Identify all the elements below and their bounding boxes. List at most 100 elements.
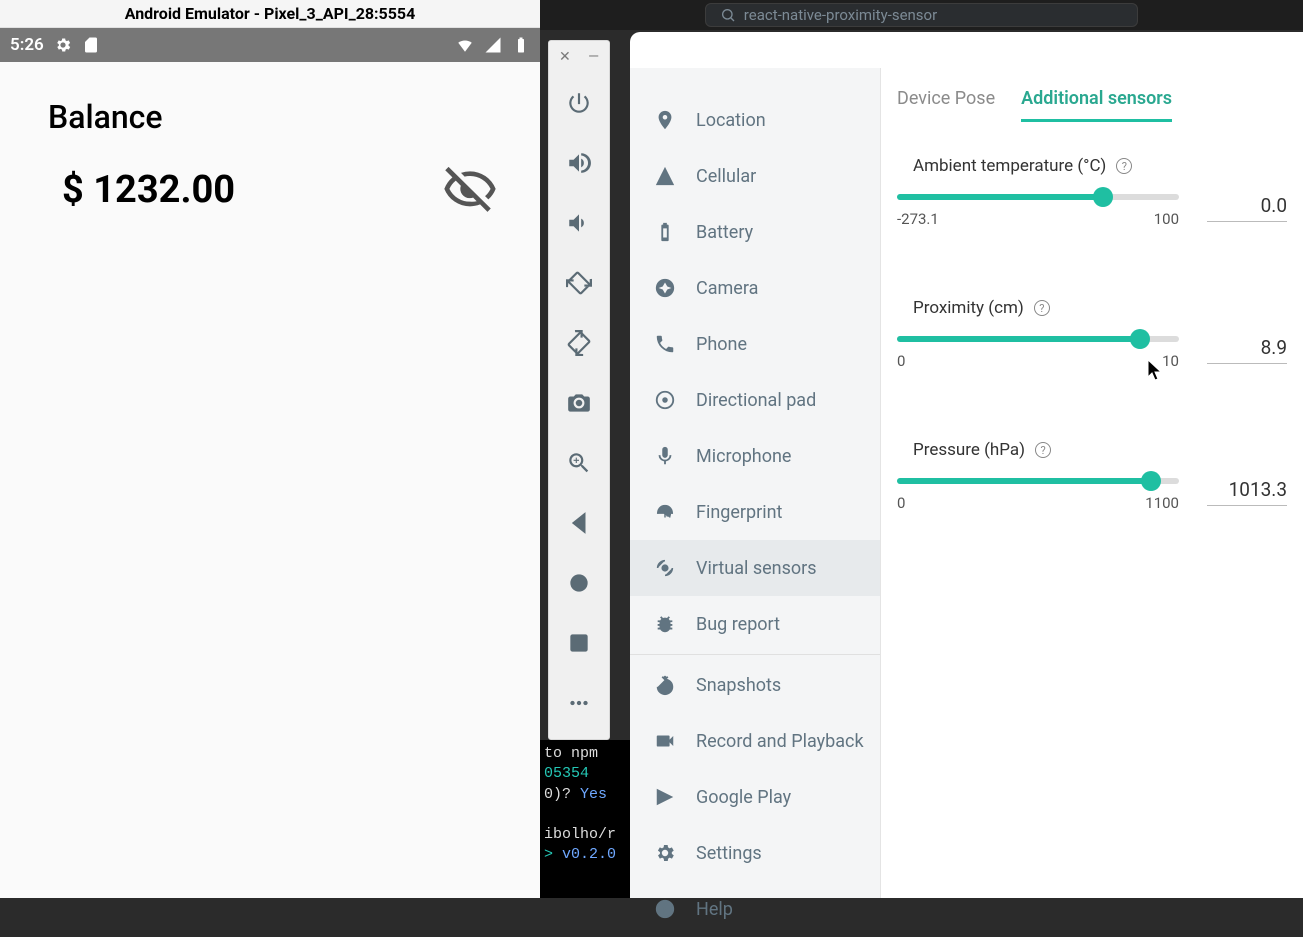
sidebar-item-cellular[interactable]: Cellular bbox=[630, 148, 880, 204]
sidebar-item-mic[interactable]: Microphone bbox=[630, 428, 880, 484]
battery-icon bbox=[512, 36, 530, 54]
dpad-icon bbox=[654, 389, 676, 411]
sensor-label: Proximity (cm) bbox=[913, 298, 1024, 318]
record-icon bbox=[654, 730, 676, 752]
slider-min: -273.1 bbox=[897, 210, 939, 228]
rotate-left-button[interactable] bbox=[548, 253, 610, 313]
more-button[interactable] bbox=[548, 673, 610, 733]
sidebar-item-label: Location bbox=[696, 110, 766, 131]
gear-icon bbox=[54, 36, 72, 54]
sidebar-item-record[interactable]: Record and Playback bbox=[630, 713, 880, 769]
slider-min: 0 bbox=[897, 352, 905, 370]
sensor-label: Ambient temperature (°C) bbox=[913, 156, 1106, 176]
extended-controls-main: Device Pose Additional sensors Ambient t… bbox=[881, 68, 1303, 898]
sidebar-item-label: Google Play bbox=[696, 787, 791, 808]
signal-icon bbox=[484, 36, 502, 54]
mic-icon bbox=[654, 445, 676, 467]
sidebar-item-location[interactable]: Location bbox=[630, 92, 880, 148]
proximity-value[interactable]: 8.9 bbox=[1207, 336, 1287, 364]
ambient-temp-slider[interactable]: -273.1 100 bbox=[897, 194, 1179, 228]
rotate-left-icon bbox=[566, 270, 592, 296]
help-icon bbox=[654, 898, 676, 920]
sensor-label: Pressure (hPa) bbox=[913, 440, 1025, 460]
terminal-line-4: ibolho/r bbox=[544, 826, 616, 843]
cellular-icon bbox=[654, 165, 676, 187]
terminal-snippet: to npm 05354 0)? Yes ibolho/r > v0.2.0 bbox=[540, 740, 635, 898]
wifi-icon bbox=[456, 36, 474, 54]
sidebar-item-label: Settings bbox=[696, 843, 762, 864]
volume-down-button[interactable] bbox=[548, 193, 610, 253]
sidebar-item-label: Battery bbox=[696, 222, 753, 243]
power-button[interactable] bbox=[548, 73, 610, 133]
emulator-window: Android Emulator - Pixel_3_API_28:5554 5… bbox=[0, 0, 540, 898]
sidebar-item-label: Record and Playback bbox=[696, 731, 864, 752]
sidebar-item-snapshots[interactable]: Snapshots bbox=[630, 657, 880, 713]
terminal-line-3a: 0)? bbox=[544, 786, 580, 803]
sensor-pressure: Pressure (hPa) ? 0 1100 1013.3 bbox=[897, 440, 1287, 512]
sidebar-item-label: Help bbox=[696, 899, 733, 920]
sidebar-item-label: Fingerprint bbox=[696, 502, 782, 523]
sidebar-item-settings[interactable]: Settings bbox=[630, 825, 880, 881]
sidebar-item-dpad[interactable]: Directional pad bbox=[630, 372, 880, 428]
overview-icon bbox=[566, 630, 592, 656]
terminal-line-2: 05354 bbox=[544, 765, 589, 782]
sd-card-icon bbox=[82, 36, 100, 54]
help-icon[interactable]: ? bbox=[1116, 158, 1132, 174]
sidebar-item-label: Microphone bbox=[696, 446, 791, 467]
sidebar-item-bug[interactable]: Bug report bbox=[630, 596, 880, 652]
close-icon[interactable]: ✕ bbox=[559, 49, 571, 65]
sidebar-item-googleplay[interactable]: Google Play bbox=[630, 769, 880, 825]
sidebar-item-camera[interactable]: Camera bbox=[630, 260, 880, 316]
emulator-title: Android Emulator - Pixel_3_API_28:5554 bbox=[125, 4, 416, 23]
tab-additional-sensors[interactable]: Additional sensors bbox=[1021, 88, 1172, 122]
sidebar-item-label: Camera bbox=[696, 278, 758, 299]
terminal-line-3b: Yes bbox=[580, 786, 607, 803]
sidebar-item-virtual-sensors[interactable]: Virtual sensors bbox=[630, 540, 880, 596]
home-icon bbox=[566, 570, 592, 596]
visibility-off-icon[interactable] bbox=[442, 162, 498, 218]
app-content: Balance $ 1232.00 bbox=[0, 62, 540, 236]
play-icon bbox=[654, 786, 676, 808]
home-nav-button[interactable] bbox=[548, 553, 610, 613]
zoom-icon bbox=[566, 450, 592, 476]
phone-icon bbox=[654, 333, 676, 355]
help-icon[interactable]: ? bbox=[1035, 442, 1051, 458]
tab-device-pose[interactable]: Device Pose bbox=[897, 88, 995, 122]
help-icon[interactable]: ? bbox=[1034, 300, 1050, 316]
snapshot-icon bbox=[654, 674, 676, 696]
slider-max: 10 bbox=[1162, 352, 1179, 370]
zoom-button[interactable] bbox=[548, 433, 610, 493]
sidebar-item-label: Phone bbox=[696, 334, 747, 355]
slider-max: 100 bbox=[1154, 210, 1179, 228]
slider-min: 0 bbox=[897, 494, 905, 512]
extended-controls-window: Location Cellular Battery Camera Phone bbox=[630, 32, 1303, 898]
settings-icon bbox=[654, 842, 676, 864]
emulator-toolbar: ✕ — bbox=[548, 40, 610, 740]
sidebar-item-help[interactable]: Help bbox=[630, 881, 880, 937]
overview-nav-button[interactable] bbox=[548, 613, 610, 673]
sidebar-item-label: Bug report bbox=[696, 614, 780, 635]
minimize-icon[interactable]: — bbox=[588, 49, 599, 65]
sidebar-item-label: Directional pad bbox=[696, 390, 816, 411]
bug-icon bbox=[654, 613, 676, 635]
camera-menu-icon bbox=[654, 277, 676, 299]
sidebar-item-fingerprint[interactable]: Fingerprint bbox=[630, 484, 880, 540]
back-nav-button[interactable] bbox=[548, 493, 610, 553]
pressure-value[interactable]: 1013.3 bbox=[1207, 478, 1287, 506]
search-text: react-native-proximity-sensor bbox=[744, 6, 937, 24]
emulator-titlebar: Android Emulator - Pixel_3_API_28:5554 bbox=[0, 0, 540, 28]
terminal-line-5a: > bbox=[544, 846, 562, 863]
slider-max: 1100 bbox=[1145, 494, 1179, 512]
ambient-temp-value[interactable]: 0.0 bbox=[1207, 194, 1287, 222]
screenshot-button[interactable] bbox=[548, 373, 610, 433]
sidebar-item-phone[interactable]: Phone bbox=[630, 316, 880, 372]
volume-up-button[interactable] bbox=[548, 133, 610, 193]
search-icon bbox=[720, 7, 736, 23]
sidebar-item-battery[interactable]: Battery bbox=[630, 204, 880, 260]
search-input[interactable]: react-native-proximity-sensor bbox=[705, 3, 1138, 27]
volume-up-icon bbox=[566, 150, 592, 176]
rotate-right-button[interactable] bbox=[548, 313, 610, 373]
pressure-slider[interactable]: 0 1100 bbox=[897, 478, 1179, 512]
proximity-slider[interactable]: 0 10 bbox=[897, 336, 1179, 370]
rotate-right-icon bbox=[566, 330, 592, 356]
